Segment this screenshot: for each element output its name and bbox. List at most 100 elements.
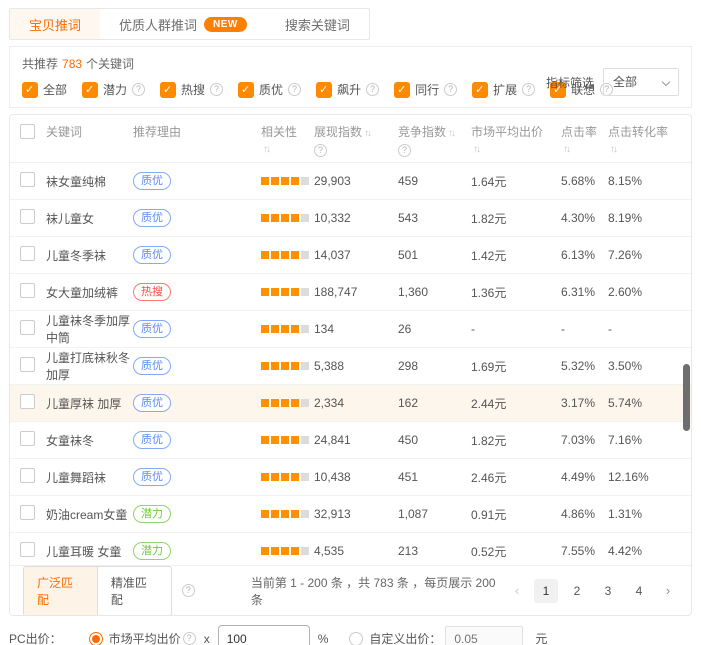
metric-filter: 指标筛选 全部 — [546, 68, 679, 96]
competition-cell: 162 — [398, 396, 471, 410]
table-row: 儿童打底袜秋冬加厚 质优 5,388 298 1.69元 5.32% 3.50% — [10, 348, 691, 385]
relevance-square — [261, 473, 269, 481]
next-page-icon[interactable]: › — [658, 583, 678, 598]
help-icon[interactable] — [183, 632, 196, 645]
row-checkbox[interactable] — [20, 505, 35, 520]
checked-checkbox-icon[interactable] — [472, 82, 488, 98]
filter-option[interactable]: 扩展 — [472, 81, 535, 98]
relevance-square — [271, 362, 279, 370]
help-icon[interactable] — [132, 83, 145, 96]
checked-checkbox-icon[interactable] — [316, 82, 332, 98]
reason-tag: 质优 — [133, 468, 171, 486]
metric-filter-select[interactable]: 全部 — [603, 68, 679, 96]
relevance-square — [291, 510, 299, 518]
row-checkbox[interactable] — [20, 246, 35, 261]
relevance-square — [291, 214, 299, 222]
relevance-square — [261, 399, 269, 407]
filter-option[interactable]: 飙升 — [316, 81, 379, 98]
broad-match-button[interactable]: 广泛匹配 — [24, 567, 97, 615]
filter-option[interactable]: 质优 — [238, 81, 301, 98]
prev-page-icon[interactable]: ‹ — [507, 583, 527, 598]
currency-unit: 元 — [535, 630, 547, 645]
sort-icon[interactable] — [446, 125, 454, 139]
avg-price-cell: 0.91元 — [471, 506, 561, 523]
relevance-square — [261, 510, 269, 518]
relevance-square — [301, 547, 309, 555]
table-row: 奶油cream女童 潜力 32,913 1,087 0.91元 4.86% 1.… — [10, 496, 691, 533]
competition-cell: 450 — [398, 433, 471, 447]
relevance-square — [261, 325, 269, 333]
relevance-square — [301, 251, 309, 259]
checked-checkbox-icon[interactable] — [82, 82, 98, 98]
col-label: 相关性 — [261, 125, 297, 139]
competition-cell: 1,087 — [398, 507, 471, 521]
exact-match-button[interactable]: 精准匹配 — [97, 567, 171, 615]
pc-bid-bar: PC出价： 市场平均出价 x % 自定义出价： 元 — [9, 625, 692, 645]
tab-search-keyword[interactable]: 搜索关键词 — [266, 9, 369, 39]
help-icon[interactable] — [522, 83, 535, 96]
col-label: 竞争指数 — [398, 125, 446, 139]
vertical-scrollbar-thumb[interactable] — [683, 364, 690, 431]
page-number[interactable]: 4 — [627, 579, 651, 603]
checked-checkbox-icon[interactable] — [160, 82, 176, 98]
filter-option[interactable]: 潜力 — [82, 81, 145, 98]
tab-item-recommend[interactable]: 宝贝推词 — [10, 9, 100, 39]
relevance-bars — [261, 211, 314, 225]
sort-icon[interactable] — [561, 141, 569, 155]
relevance-bars — [261, 248, 314, 262]
sort-icon[interactable] — [261, 141, 269, 155]
tab-label: 优质人群推词 — [119, 15, 197, 34]
row-checkbox[interactable] — [20, 468, 35, 483]
help-icon[interactable] — [398, 144, 411, 157]
keyword-cell: 儿童打底袜秋冬加厚 — [46, 349, 133, 383]
filter-option[interactable]: 同行 — [394, 81, 457, 98]
filter-option[interactable]: 热搜 — [160, 81, 223, 98]
keyword-cell: 儿童冬季袜 — [46, 247, 133, 264]
relevance-bars — [261, 359, 314, 373]
relevance-square — [291, 288, 299, 296]
custom-price-input[interactable] — [445, 626, 523, 645]
relevance-square — [271, 547, 279, 555]
row-checkbox[interactable] — [20, 542, 35, 557]
row-checkbox[interactable] — [20, 320, 35, 335]
summary-suffix: 个关键词 — [86, 57, 134, 71]
market-price-radio[interactable] — [89, 632, 103, 645]
cvr-cell: 8.19% — [608, 211, 691, 225]
filter-option[interactable]: 全部 — [22, 81, 67, 98]
page-number[interactable]: 2 — [565, 579, 589, 603]
page-number[interactable]: 1 — [534, 579, 558, 603]
sort-icon[interactable] — [608, 141, 616, 155]
checked-checkbox-icon[interactable] — [238, 82, 254, 98]
row-checkbox[interactable] — [20, 431, 35, 446]
tab-crowd-recommend[interactable]: 优质人群推词 NEW — [100, 9, 266, 39]
sort-icon[interactable] — [362, 125, 370, 139]
help-icon[interactable] — [444, 83, 457, 96]
table-row: 女童袜冬 质优 24,841 450 1.82元 7.03% 7.16% — [10, 422, 691, 459]
row-checkbox[interactable] — [20, 209, 35, 224]
competition-cell: 26 — [398, 322, 471, 336]
impressions-cell: 24,841 — [314, 433, 398, 447]
row-checkbox[interactable] — [20, 394, 35, 409]
relevance-square — [261, 214, 269, 222]
checked-checkbox-icon[interactable] — [22, 82, 38, 98]
row-checkbox[interactable] — [20, 283, 35, 298]
custom-price-radio[interactable] — [349, 632, 363, 645]
row-checkbox[interactable] — [20, 357, 35, 372]
select-all-checkbox[interactable] — [20, 124, 35, 139]
pagination: ‹ 1234 › — [507, 579, 678, 603]
row-checkbox[interactable] — [20, 172, 35, 187]
avg-price-cell: 1.64元 — [471, 173, 561, 190]
help-icon[interactable] — [210, 83, 223, 96]
page-number[interactable]: 3 — [596, 579, 620, 603]
table-row: 儿童冬季袜 质优 14,037 501 1.42元 6.13% 7.26% — [10, 237, 691, 274]
help-icon[interactable] — [366, 83, 379, 96]
checked-checkbox-icon[interactable] — [394, 82, 410, 98]
table-row: 袜儿童女 质优 10,332 543 1.82元 4.30% 8.19% — [10, 200, 691, 237]
sort-icon[interactable] — [471, 141, 479, 155]
market-multiplier-input[interactable] — [218, 625, 310, 645]
help-icon[interactable] — [314, 144, 327, 157]
help-icon[interactable] — [182, 584, 195, 597]
custom-price-label: 自定义出价： — [369, 630, 441, 645]
col-label: 点击转化率 — [608, 125, 668, 139]
help-icon[interactable] — [288, 83, 301, 96]
